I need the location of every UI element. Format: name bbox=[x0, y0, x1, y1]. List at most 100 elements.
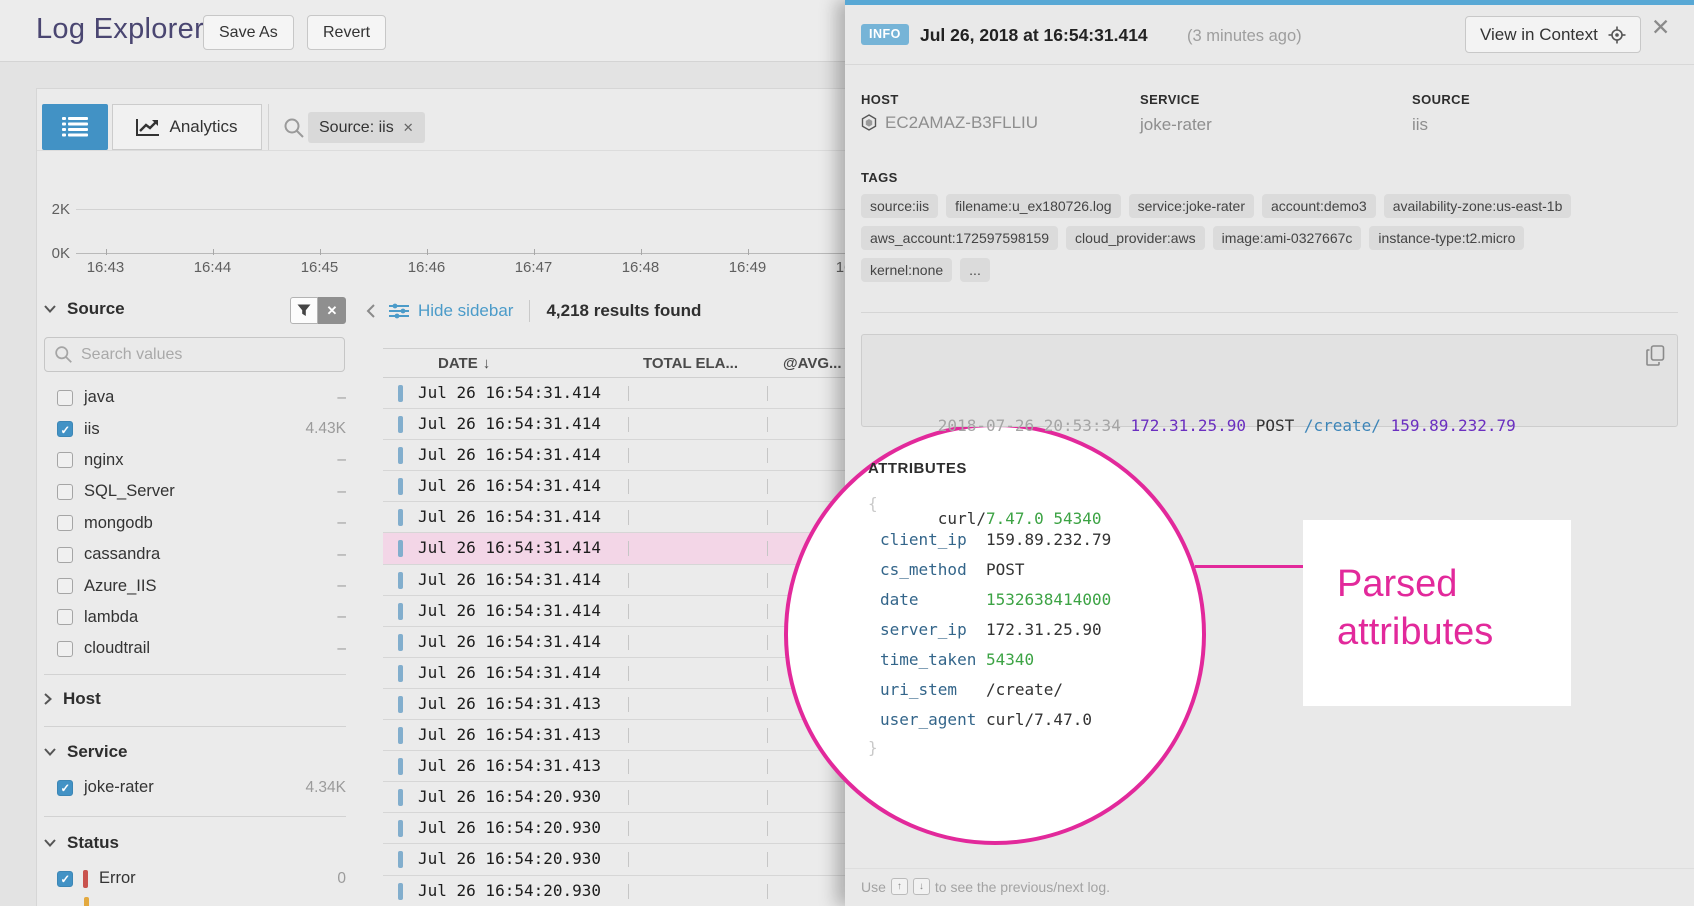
facet-header-host[interactable]: Host bbox=[44, 689, 101, 709]
facet-item[interactable]: Azure_IIS – bbox=[44, 570, 346, 601]
log-row[interactable]: Jul 26 16:54:31.414 bbox=[383, 502, 845, 533]
facet-item[interactable]: lambda – bbox=[44, 602, 346, 633]
log-row[interactable]: Jul 26 16:54:31.414 bbox=[383, 409, 845, 440]
tag-pill[interactable]: instance-type:t2.micro bbox=[1369, 226, 1524, 250]
facet-item-label: Azure_IIS bbox=[84, 577, 156, 596]
clear-filter-button[interactable] bbox=[318, 297, 346, 324]
facet-checkbox[interactable] bbox=[57, 609, 73, 625]
facet-checkbox[interactable] bbox=[57, 421, 73, 437]
log-row[interactable]: Jul 26 16:54:31.413 bbox=[383, 720, 845, 751]
view-in-context-label: View in Context bbox=[1480, 25, 1598, 45]
attribute-key[interactable]: uri_stem bbox=[880, 680, 986, 699]
facet-checkbox[interactable] bbox=[57, 515, 73, 531]
view-in-context-button[interactable]: View in Context bbox=[1465, 16, 1641, 53]
controls-divider bbox=[529, 300, 530, 322]
attribute-value: /create/ bbox=[986, 680, 1063, 699]
cell-divider bbox=[767, 697, 768, 712]
log-row[interactable]: Jul 26 16:54:31.414 bbox=[383, 627, 845, 658]
attribute-row: server_ip 172.31.25.90 bbox=[880, 614, 1330, 644]
facet-item[interactable]: Error 0 bbox=[44, 863, 346, 894]
facet-item[interactable]: nginx – bbox=[44, 445, 346, 476]
facet-item-label: iis bbox=[84, 420, 100, 439]
remove-filter-icon[interactable] bbox=[403, 119, 414, 136]
attribute-row: time_taken 54340 bbox=[880, 644, 1330, 674]
facet-item[interactable]: mongodb – bbox=[44, 508, 346, 539]
attribute-key[interactable]: user_agent bbox=[880, 710, 986, 729]
log-row[interactable]: Jul 26 16:54:31.413 bbox=[383, 689, 845, 720]
tag-pill[interactable]: kernel:none bbox=[861, 258, 952, 282]
tag-pill[interactable]: account:demo3 bbox=[1262, 194, 1376, 218]
facet-item[interactable]: iis 4.43K bbox=[44, 413, 346, 444]
tag-pill[interactable]: source:iis bbox=[861, 194, 938, 218]
log-row[interactable]: Jul 26 16:54:31.413 bbox=[383, 751, 845, 782]
facet-item-count: – bbox=[337, 640, 346, 658]
facet-header-status[interactable]: Status bbox=[44, 833, 119, 853]
attribute-key[interactable]: client_ip bbox=[880, 530, 986, 549]
cell-divider bbox=[767, 852, 768, 867]
column-header-total-elapsed[interactable]: TOTAL ELA... bbox=[643, 355, 738, 372]
facet-checkbox[interactable] bbox=[57, 484, 73, 500]
log-row[interactable]: Jul 26 16:54:31.414 bbox=[383, 565, 845, 596]
log-row-date: Jul 26 16:54:31.414 bbox=[418, 632, 601, 651]
attribute-key[interactable]: time_taken bbox=[880, 650, 986, 669]
facet-checkbox[interactable] bbox=[57, 780, 73, 796]
tag-pill[interactable]: filename:u_ex180726.log bbox=[946, 194, 1120, 218]
collapse-chevron-left-icon[interactable] bbox=[366, 304, 375, 318]
facet-item-count: 0 bbox=[337, 870, 346, 888]
facet-search-input[interactable] bbox=[44, 337, 345, 372]
footer-hint-suffix: to see the previous/next log. bbox=[935, 879, 1110, 895]
log-row[interactable]: Jul 26 16:54:20.930 bbox=[383, 782, 845, 813]
facet-checkbox[interactable] bbox=[57, 871, 73, 887]
cell-divider bbox=[628, 479, 629, 494]
hide-sidebar-link[interactable]: Hide sidebar bbox=[389, 301, 513, 321]
log-row[interactable]: Jul 26 16:54:31.414 bbox=[383, 440, 845, 471]
log-row[interactable]: Jul 26 16:54:20.930 bbox=[383, 813, 845, 844]
facet-item[interactable]: java – bbox=[44, 382, 346, 413]
facet-checkbox[interactable] bbox=[57, 578, 73, 594]
column-header-avg[interactable]: @AVG... bbox=[783, 355, 842, 372]
facet-item[interactable]: SQL_Server – bbox=[44, 476, 346, 507]
close-panel-icon[interactable] bbox=[1651, 14, 1670, 41]
copy-icon[interactable] bbox=[1646, 345, 1665, 366]
facet-host-title: Host bbox=[63, 689, 101, 709]
facet-item[interactable]: cassandra – bbox=[44, 539, 346, 570]
log-row[interactable]: Jul 26 16:54:31.414 bbox=[383, 471, 845, 502]
facet-checkbox[interactable] bbox=[57, 547, 73, 563]
list-view-toggle[interactable] bbox=[42, 104, 108, 150]
facet-source-title: Source bbox=[67, 299, 125, 319]
analytics-view-toggle[interactable]: Analytics bbox=[112, 104, 262, 150]
log-row[interactable]: Jul 26 16:54:31.414 bbox=[383, 533, 845, 564]
attribute-key[interactable]: cs_method bbox=[880, 560, 986, 579]
log-row[interactable]: Jul 26 16:54:31.414 bbox=[383, 378, 845, 409]
facet-checkbox[interactable] bbox=[57, 641, 73, 657]
facet-checkbox[interactable] bbox=[57, 390, 73, 406]
log-row[interactable]: Jul 26 16:54:20.930 bbox=[383, 844, 845, 875]
filter-funnel-button[interactable] bbox=[290, 297, 318, 324]
log-row-date: Jul 26 16:54:31.414 bbox=[418, 383, 601, 402]
column-header-date[interactable]: DATE↓ bbox=[438, 355, 490, 372]
facet-checkbox[interactable] bbox=[57, 452, 73, 468]
tag-pill[interactable]: aws_account:172597598159 bbox=[861, 226, 1058, 250]
facet-item[interactable]: cloudtrail – bbox=[44, 633, 346, 664]
facet-header-service[interactable]: Service bbox=[44, 742, 128, 762]
log-detail-panel: INFO Jul 26, 2018 at 16:54:31.414 (3 min… bbox=[845, 0, 1694, 906]
save-as-button[interactable]: Save As bbox=[203, 15, 294, 50]
log-row[interactable]: Jul 26 16:54:20.930 bbox=[383, 876, 845, 906]
search-filter-tag[interactable]: Source: iis bbox=[308, 112, 425, 143]
facet-item[interactable]: joke-rater 4.34K bbox=[44, 772, 346, 803]
tag-pill[interactable]: cloud_provider:aws bbox=[1066, 226, 1205, 250]
attribute-key[interactable]: server_ip bbox=[880, 620, 986, 639]
log-status-bar bbox=[398, 540, 403, 557]
tag-pill[interactable]: image:ami-0327667c bbox=[1213, 226, 1362, 250]
log-row[interactable]: Jul 26 16:54:31.414 bbox=[383, 596, 845, 627]
tag-pill[interactable]: availability-zone:us-east-1b bbox=[1384, 194, 1572, 218]
cell-divider bbox=[767, 417, 768, 432]
tag-pill[interactable]: ... bbox=[960, 258, 990, 282]
attribute-key[interactable]: date bbox=[880, 590, 986, 609]
facet-item-count: 4.43K bbox=[305, 420, 346, 438]
revert-button[interactable]: Revert bbox=[307, 15, 386, 50]
log-row[interactable]: Jul 26 16:54:31.414 bbox=[383, 658, 845, 689]
attribute-value: POST bbox=[986, 560, 1025, 579]
facet-header-source[interactable]: Source bbox=[44, 299, 125, 319]
tag-pill[interactable]: service:joke-rater bbox=[1129, 194, 1254, 218]
